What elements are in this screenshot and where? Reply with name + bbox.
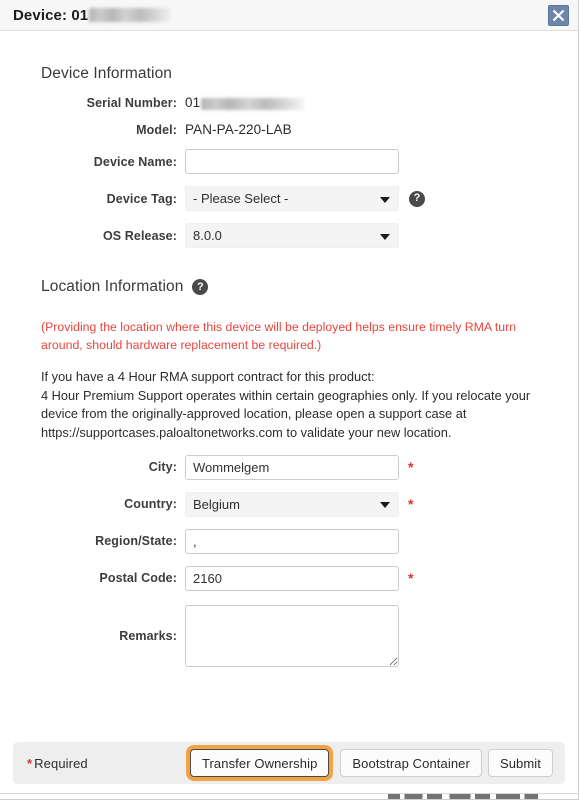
country-label: Country:: [124, 497, 177, 512]
serial-number-row: Serial Number: 01: [22, 95, 556, 110]
postal-code-required-asterisk: *: [408, 570, 414, 587]
close-icon[interactable]: [548, 5, 569, 26]
redacted-serial-title: [89, 8, 172, 22]
location-warning-text: (Providing the location where this devic…: [41, 320, 517, 353]
modal-header: Device: 01: [0, 0, 578, 31]
device-tag-help-icon[interactable]: ?: [409, 190, 425, 207]
modal-title-text: Device: 01: [13, 6, 89, 24]
device-name-input[interactable]: [185, 149, 399, 174]
country-required-asterisk: *: [408, 496, 414, 513]
device-tag-select[interactable]: - Please Select -: [185, 186, 399, 211]
chevron-down-icon: [380, 233, 390, 240]
os-release-selected-value: 8.0.0: [193, 228, 222, 243]
bootstrap-container-button[interactable]: Bootstrap Container: [340, 749, 482, 777]
postal-code-input[interactable]: [185, 565, 399, 591]
model-label: Model:: [136, 122, 177, 137]
model-row: Model: PAN-PA-220-LAB: [22, 122, 556, 137]
location-information-heading: Location Information ?: [22, 248, 556, 296]
device-information-title: Device Information: [41, 65, 173, 82]
location-info-text: If you have a 4 Hour RMA support contrac…: [22, 368, 542, 442]
device-tag-row: Device Tag: - Please Select - ?: [22, 186, 556, 211]
clipped-page-content: [0, 793, 578, 799]
country-selected-value: Belgium: [193, 496, 240, 512]
city-label: City:: [148, 460, 177, 475]
region-state-input[interactable]: [185, 528, 399, 554]
os-release-label: OS Release:: [102, 228, 177, 243]
serial-number-label: Serial Number:: [86, 95, 177, 110]
device-tag-label: Device Tag:: [106, 191, 177, 206]
chevron-down-icon: [380, 196, 390, 203]
location-information-fields: City: * Country: Belgium * Region/State:…: [22, 454, 556, 667]
footer-buttons: Transfer Ownership Bootstrap Container S…: [185, 749, 553, 777]
city-required-asterisk: *: [408, 459, 414, 476]
device-modal: Device: 01 Device Information Serial Num…: [0, 0, 579, 800]
device-information-fields: Serial Number: 01 Model: PAN-PA-220-LAB …: [22, 95, 556, 248]
location-information-help-icon[interactable]: ?: [192, 279, 209, 295]
remarks-row: Remarks:: [22, 604, 556, 667]
clipped-text-ghost: [388, 794, 538, 799]
os-release-row: OS Release: 8.0.0: [22, 223, 556, 248]
modal-body: Device Information Serial Number: 01 Mod…: [0, 31, 578, 740]
premium-support-line: 4 Hour Premium Support operates within c…: [41, 387, 531, 441]
modal-title: Device: 01: [13, 6, 172, 24]
remarks-textarea[interactable]: [185, 604, 399, 667]
model-value: PAN-PA-220-LAB: [185, 122, 292, 137]
remarks-label: Remarks:: [119, 628, 177, 643]
serial-number-value-group: 01: [185, 95, 306, 110]
device-name-row: Device Name:: [22, 149, 556, 174]
region-state-row: Region/State:: [22, 528, 556, 554]
country-row: Country: Belgium *: [22, 491, 556, 517]
redacted-serial-number: [201, 97, 306, 110]
city-input[interactable]: [185, 454, 399, 480]
chevron-down-icon: [380, 502, 390, 509]
serial-number-value: 01: [185, 95, 201, 110]
device-name-label: Device Name:: [93, 154, 177, 169]
rma-contract-line: If you have a 4 Hour RMA support contrac…: [41, 369, 375, 385]
modal-footer: * Required Transfer Ownership Bootstrap C…: [13, 742, 565, 784]
location-information-title: Location Information: [41, 278, 184, 295]
country-select[interactable]: Belgium: [185, 491, 399, 517]
submit-button[interactable]: Submit: [487, 749, 553, 777]
region-state-label: Region/State:: [95, 534, 177, 549]
required-note: * Required: [27, 756, 88, 771]
postal-code-row: Postal Code: *: [22, 565, 556, 591]
required-label: Required: [34, 755, 88, 771]
required-asterisk: *: [27, 755, 33, 771]
os-release-select[interactable]: 8.0.0: [185, 223, 399, 248]
transfer-ownership-button[interactable]: Transfer Ownership: [189, 749, 330, 777]
device-tag-selected-value: - Please Select -: [193, 191, 289, 206]
postal-code-label: Postal Code:: [99, 571, 177, 586]
city-row: City: *: [22, 454, 556, 480]
device-information-heading: Device Information: [22, 31, 556, 83]
